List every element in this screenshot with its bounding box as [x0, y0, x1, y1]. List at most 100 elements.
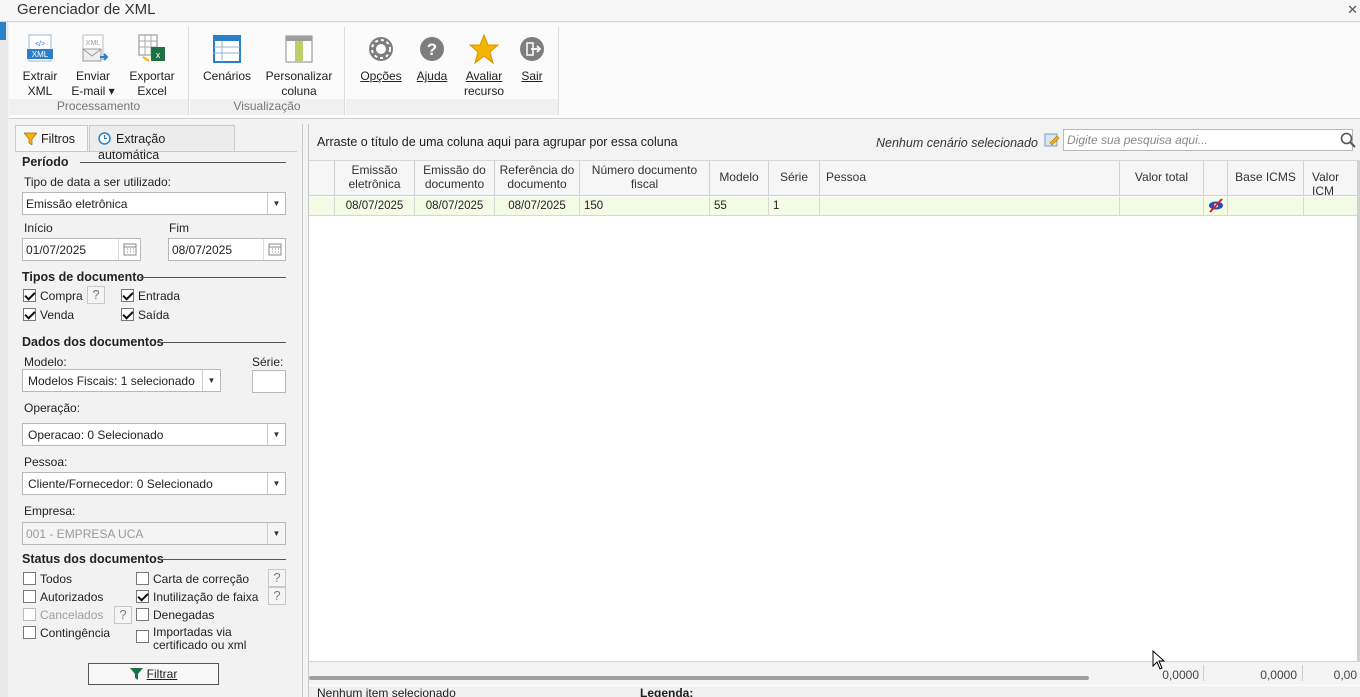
ribbon-group-visualizacao: Cenários Personalizar coluna Visualizaçã…	[190, 27, 345, 115]
cell-valor-total	[1120, 197, 1204, 216]
filter-button[interactable]: Filtrar	[88, 663, 219, 685]
checkbox-saida-label: Saída	[138, 308, 170, 322]
window-title: Gerenciador de XML	[17, 1, 156, 18]
search-icon[interactable]	[1340, 132, 1356, 151]
close-icon[interactable]: ✕	[1347, 2, 1358, 18]
exit-button[interactable]: Sair	[514, 33, 550, 84]
help-icon[interactable]: ?	[268, 587, 286, 605]
checkbox-venda-label: Venda	[40, 308, 75, 322]
chevron-down-icon[interactable]: ▼	[202, 370, 220, 391]
checkbox-inutilizacao-label: Inutilização de faixa	[153, 590, 259, 604]
checkbox-todos[interactable]	[23, 572, 36, 585]
scenario-edit-icon[interactable]	[1044, 132, 1060, 151]
serie-field[interactable]	[252, 370, 286, 393]
mouse-cursor-icon	[1152, 649, 1166, 673]
send-email-button[interactable]: XML Enviar E-mail ▾	[69, 33, 117, 99]
checkbox-compra[interactable]	[23, 289, 36, 302]
checkbox-carta-correcao[interactable]	[136, 572, 149, 585]
section-divider	[160, 559, 286, 560]
modelo-select[interactable]: Modelos Fiscais: 1 selecionado ▼	[22, 369, 221, 392]
column-header-numero-documento[interactable]: Número documento fiscal	[580, 161, 710, 196]
column-header-emissao-documento[interactable]: Emissão do documento	[415, 161, 495, 196]
cell-flag[interactable]	[1204, 197, 1228, 216]
calendar-icon[interactable]	[118, 239, 140, 260]
column-header-modelo[interactable]: Modelo	[710, 161, 769, 196]
column-header-line1: Referência do	[499, 163, 575, 177]
chevron-down-icon[interactable]: ▼	[267, 424, 285, 445]
star-icon	[468, 33, 500, 65]
checkbox-denegadas-label: Denegadas	[153, 608, 215, 622]
scenario-status: Nenhum cenário selecionado	[876, 136, 1038, 150]
end-date-value: 08/07/2025	[172, 243, 233, 257]
column-customize-icon	[284, 33, 314, 65]
checkbox-entrada[interactable]	[121, 289, 134, 302]
checkbox-saida[interactable]	[121, 308, 134, 321]
modelo-label: Modelo:	[24, 355, 67, 369]
end-date-field[interactable]: 08/07/2025	[168, 238, 286, 261]
extract-xml-button[interactable]: </> XML Extrair XML	[17, 33, 63, 99]
column-indicator-header	[309, 161, 335, 196]
checkbox-entrada-label: Entrada	[138, 289, 181, 303]
date-type-select[interactable]: Emissão eletrônica ▼	[22, 192, 286, 215]
end-date-label: Fim	[169, 221, 189, 235]
title-bar: Gerenciador de XML ✕	[0, 0, 1360, 22]
help-icon[interactable]: ?	[268, 569, 286, 587]
column-header-base-icms[interactable]: Base ICMS	[1228, 161, 1304, 196]
options-button[interactable]: Opções	[356, 33, 406, 84]
column-header-line2: documento	[424, 177, 485, 191]
column-header-serie[interactable]: Série	[769, 161, 820, 196]
group-hint: Arraste o título de uma coluna aqui para…	[317, 135, 678, 149]
svg-text:?: ?	[427, 40, 437, 59]
column-header-valor-icms[interactable]: Valor ICM	[1304, 161, 1360, 198]
ribbon-group-processamento: </> XML Extrair XML XML Enviar E-mail ▾ x…	[9, 27, 189, 115]
export-excel-label-1: Exportar	[129, 69, 175, 83]
tab-filtros[interactable]: Filtros	[15, 125, 88, 151]
status-bar: Nenhum item selecionado Legenda:	[309, 686, 1360, 697]
tab-filtros-label: Filtros	[41, 132, 76, 146]
checkbox-compra-label: Compra	[40, 289, 83, 303]
column-header-line1: Número documento	[591, 163, 698, 177]
checkbox-inutilizacao-faixa[interactable]	[136, 590, 149, 603]
checkbox-denegadas[interactable]	[136, 608, 149, 621]
checkbox-autorizados[interactable]	[23, 590, 36, 603]
checkbox-carta-correcao-label: Carta de correção	[153, 572, 250, 586]
scenarios-button[interactable]: Cenários	[198, 33, 256, 84]
tab-extracao-automatica[interactable]: Extração automática	[89, 125, 235, 162]
gear-icon	[366, 33, 396, 65]
tab-divider	[15, 151, 297, 152]
column-header-flag[interactable]	[1204, 161, 1228, 196]
checkbox-cancelados	[23, 608, 36, 621]
help-icon[interactable]: ?	[87, 286, 105, 304]
group-panel[interactable]: Arraste o título de uma coluna aqui para…	[309, 124, 1360, 161]
serie-label: Série:	[252, 355, 284, 369]
ribbon-group-label: Processamento	[9, 99, 188, 115]
funnel-icon	[129, 667, 143, 683]
pessoa-select[interactable]: Cliente/Fornecedor: 0 Selecionado ▼	[22, 472, 286, 495]
filter-button-label: Filtrar	[146, 667, 178, 681]
calendar-icon[interactable]	[263, 239, 285, 260]
cell-referencia: 08/07/2025	[495, 197, 580, 216]
hidden-eye-icon[interactable]	[1207, 198, 1225, 216]
column-header-referencia-documento[interactable]: Referência do documento	[495, 161, 580, 196]
start-date-field[interactable]: 01/07/2025	[22, 238, 141, 261]
checkbox-venda[interactable]	[23, 308, 36, 321]
search-input[interactable]: Digite sua pesquisa aqui...	[1063, 129, 1353, 151]
help-button[interactable]: ? Ajuda	[410, 33, 454, 84]
rate-feature-button[interactable]: Avaliar recurso	[458, 33, 510, 99]
column-header-emissao-eletronica[interactable]: Emissão eletrônica	[335, 161, 415, 196]
divider	[1203, 665, 1204, 681]
export-excel-button[interactable]: x Exportar Excel	[123, 33, 181, 99]
help-icon[interactable]: ?	[114, 606, 132, 624]
operacao-select[interactable]: Operacao: 0 Selecionado ▼	[22, 423, 286, 446]
customize-column-button[interactable]: Personalizar coluna	[262, 33, 336, 99]
column-header-pessoa[interactable]: Pessoa	[820, 161, 1120, 196]
chevron-down-icon[interactable]: ▼	[267, 193, 285, 214]
checkbox-contingencia[interactable]	[23, 626, 36, 639]
chevron-down-icon[interactable]: ▼	[267, 473, 285, 494]
pessoa-label: Pessoa:	[24, 455, 68, 469]
column-header-valor-total[interactable]: Valor total	[1120, 161, 1204, 196]
date-type-value: Emissão eletrônica	[26, 197, 128, 211]
checkbox-importadas[interactable]	[136, 630, 149, 643]
horizontal-scrollbar[interactable]	[309, 676, 1089, 680]
checkbox-contingencia-label: Contingência	[40, 626, 111, 640]
